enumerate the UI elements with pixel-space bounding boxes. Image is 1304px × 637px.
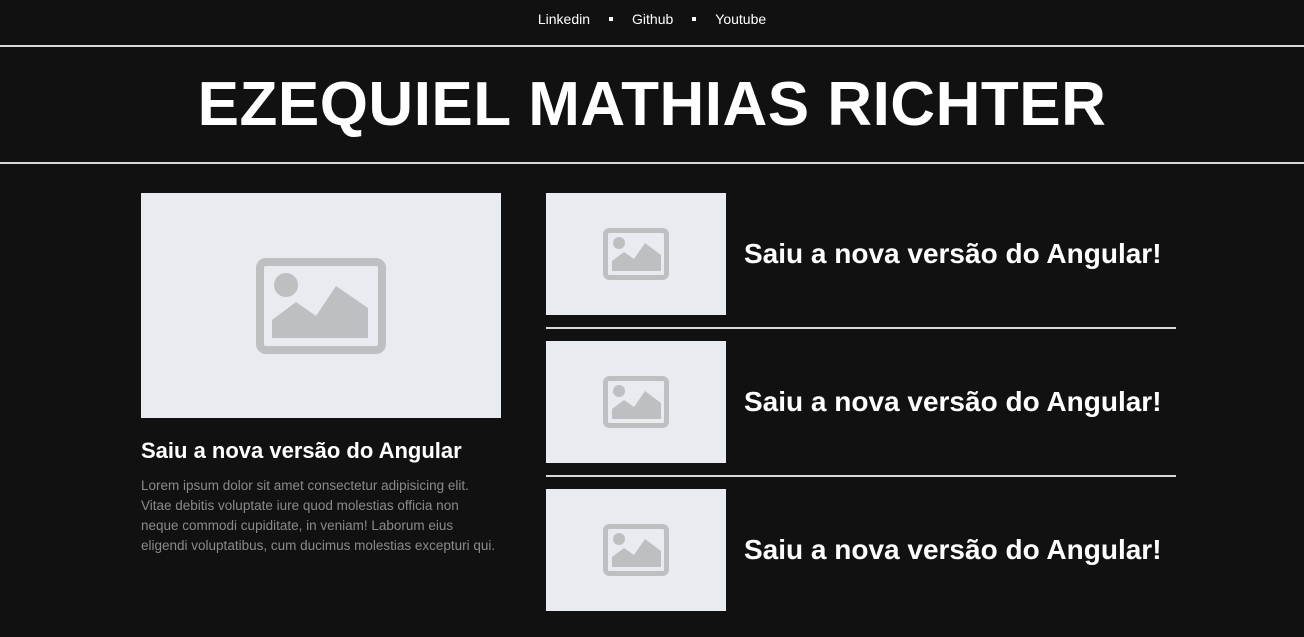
- image-placeholder-icon: [603, 228, 669, 280]
- list-divider: [546, 327, 1176, 329]
- nav-link-youtube[interactable]: Youtube: [715, 11, 766, 27]
- featured-article[interactable]: Saiu a nova versão do Angular Lorem ipsu…: [141, 193, 501, 556]
- top-nav: Linkedin Github Youtube: [0, 0, 1304, 47]
- list-item[interactable]: Saiu a nova versão do Angular!: [546, 341, 1176, 477]
- list-item-title[interactable]: Saiu a nova versão do Angular!: [744, 386, 1162, 418]
- image-placeholder-icon: [256, 257, 386, 354]
- image-placeholder-icon: [603, 376, 669, 428]
- masthead: EZEQUIEL MATHIAS RICHTER: [0, 47, 1304, 164]
- article-list: Saiu a nova versão do Angular! Saiu a no…: [546, 193, 1176, 637]
- image-placeholder-icon: [603, 524, 669, 576]
- nav-link-linkedin[interactable]: Linkedin: [538, 11, 590, 27]
- list-item-image-placeholder[interactable]: [546, 341, 726, 463]
- list-item-title[interactable]: Saiu a nova versão do Angular!: [744, 534, 1162, 566]
- list-item-image-placeholder[interactable]: [546, 193, 726, 315]
- featured-excerpt: Lorem ipsum dolor sit amet consectetur a…: [141, 478, 496, 553]
- list-item-image-placeholder[interactable]: [546, 489, 726, 611]
- nav-separator-dot: [609, 16, 614, 21]
- nav-separator-dot: [692, 16, 697, 21]
- site-title: EZEQUIEL MATHIAS RICHTER: [197, 70, 1107, 139]
- nav-link-github[interactable]: Github: [632, 11, 673, 27]
- featured-image-placeholder[interactable]: [141, 193, 501, 418]
- featured-title[interactable]: Saiu a nova versão do Angular: [141, 438, 501, 464]
- list-divider: [546, 475, 1176, 477]
- list-item[interactable]: Saiu a nova versão do Angular!: [546, 489, 1176, 611]
- list-item-title[interactable]: Saiu a nova versão do Angular!: [744, 238, 1162, 270]
- list-item[interactable]: Saiu a nova versão do Angular!: [546, 193, 1176, 329]
